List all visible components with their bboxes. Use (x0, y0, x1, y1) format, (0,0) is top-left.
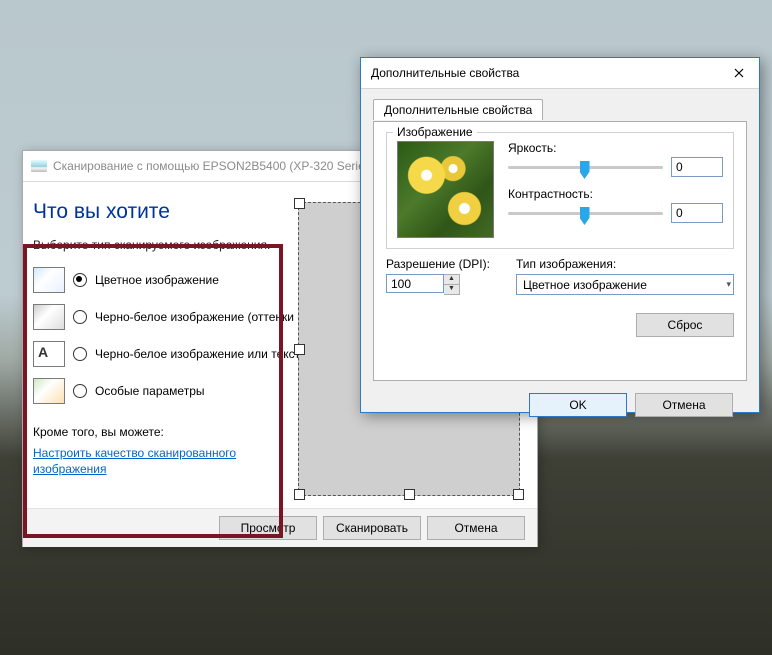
image-groupbox: Изображение Яркость: 0 Контрастность: (386, 132, 734, 249)
contrast-label: Контрастность: (508, 187, 723, 201)
slider-thumb-icon[interactable] (580, 161, 590, 179)
crop-handle[interactable] (294, 489, 305, 500)
option-grayscale[interactable]: Черно-белое изображение (оттенки серого) (33, 303, 284, 331)
image-type-label: Тип изображения: (516, 257, 734, 271)
image-group-legend: Изображение (393, 125, 477, 139)
preview-thumbnail (397, 141, 494, 238)
scan-title: Сканирование с помощью EPSON2B5400 (XP-3… (53, 159, 375, 173)
radio-custom[interactable] (73, 384, 87, 398)
desktop: Сканирование с помощью EPSON2B5400 (XP-3… (0, 0, 772, 655)
radio-color[interactable] (73, 273, 87, 287)
image-type-combobox[interactable]: Цветное изображение ▾ (516, 274, 734, 295)
dpi-spinner[interactable]: ▲ ▼ (386, 274, 496, 295)
grayscale-image-icon (33, 304, 65, 330)
scan-subtext: Выберите тип сканируемого изображения. (33, 238, 284, 252)
option-custom[interactable]: Особые параметры (33, 377, 284, 405)
custom-settings-icon (33, 378, 65, 404)
option-color[interactable]: Цветное изображение (33, 266, 284, 294)
dpi-up-button[interactable]: ▲ (444, 275, 459, 285)
contrast-slider[interactable] (508, 204, 663, 222)
radio-grayscale[interactable] (73, 310, 87, 324)
preview-button[interactable]: Просмотр (219, 516, 317, 540)
option-color-label: Цветное изображение (95, 273, 219, 287)
contrast-value[interactable]: 0 (671, 203, 723, 223)
reset-button[interactable]: Сброс (636, 313, 734, 337)
close-icon (734, 68, 744, 78)
tab-page: Изображение Яркость: 0 Контрастность: (373, 121, 747, 381)
option-bw[interactable]: Черно-белое изображение или текст (33, 340, 284, 368)
scan-button[interactable]: Сканировать (323, 516, 421, 540)
dpi-down-button[interactable]: ▼ (444, 285, 459, 294)
bw-text-icon (33, 341, 65, 367)
scanner-icon (31, 160, 47, 172)
advanced-properties-dialog: Дополнительные свойства Дополнительные с… (360, 57, 760, 413)
crop-handle[interactable] (294, 344, 305, 355)
dpi-label: Разрешение (DPI): (386, 257, 496, 271)
image-type-value: Цветное изображение (523, 278, 647, 292)
adjust-quality-link[interactable]: Настроить качество сканированного изобра… (33, 445, 284, 477)
slider-thumb-icon[interactable] (580, 207, 590, 225)
cancel-button[interactable]: Отмена (427, 516, 525, 540)
tab-advanced-properties[interactable]: Дополнительные свойства (373, 99, 543, 120)
radio-bw[interactable] (73, 347, 87, 361)
brightness-value[interactable]: 0 (671, 157, 723, 177)
scan-heading: Что вы хотите (33, 200, 284, 224)
adv-cancel-button[interactable]: Отмена (635, 393, 733, 417)
adv-title: Дополнительные свойства (371, 66, 519, 80)
close-button[interactable] (725, 62, 753, 84)
crop-handle[interactable] (513, 489, 524, 500)
chevron-down-icon: ▾ (726, 279, 731, 290)
option-bw-label: Черно-белое изображение или текст (95, 347, 300, 361)
ok-button[interactable]: OK (529, 393, 627, 417)
option-custom-label: Особые параметры (95, 384, 205, 398)
dpi-input[interactable] (386, 274, 444, 293)
crop-handle[interactable] (294, 198, 305, 209)
adv-titlebar[interactable]: Дополнительные свойства (361, 58, 759, 89)
crop-handle[interactable] (404, 489, 415, 500)
also-text: Кроме того, вы можете: (33, 425, 284, 439)
brightness-label: Яркость: (508, 141, 723, 155)
scan-button-bar: Просмотр Сканировать Отмена (23, 508, 537, 547)
color-image-icon (33, 267, 65, 293)
brightness-slider[interactable] (508, 158, 663, 176)
